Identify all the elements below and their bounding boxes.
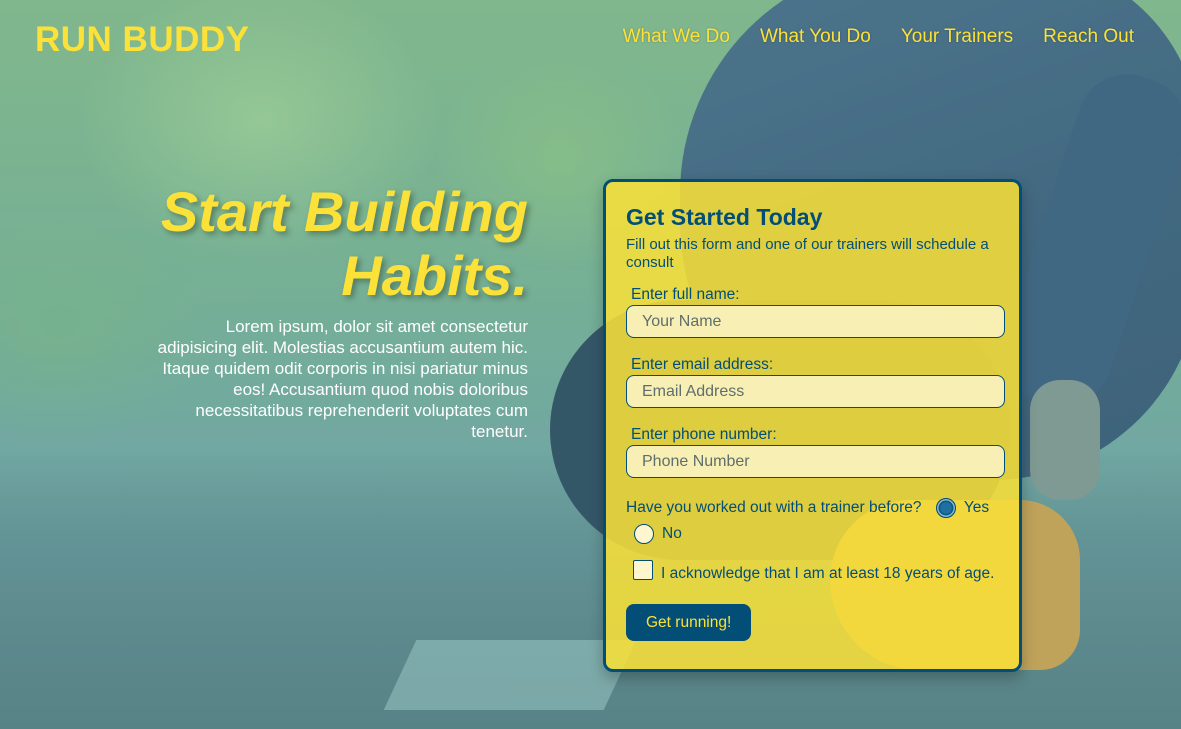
nav-link-your-trainers[interactable]: Your Trainers: [901, 26, 1013, 48]
form-subtitle: Fill out this form and one of our traine…: [626, 236, 989, 271]
brand-logo[interactable]: RUN BUDDY: [35, 20, 250, 60]
hero-description: Lorem ipsum, dolor sit amet consectetur …: [157, 317, 528, 441]
phone-field-group: Enter phone number:: [626, 426, 1005, 478]
hero-intro: Start Building Habits. Lorem ipsum, dolo…: [150, 180, 528, 442]
signup-form: Get Started Today Fill out this form and…: [603, 179, 1022, 672]
hero-title: Start Building Habits.: [160, 180, 528, 307]
age-acknowledgement: I acknowledge that I am at least 18 year…: [626, 560, 999, 586]
email-input[interactable]: [626, 375, 1005, 408]
age-checkbox-label: I acknowledge that I am at least 18 year…: [661, 565, 995, 583]
submit-button[interactable]: Get running!: [626, 604, 752, 642]
nav-link-what-you-do[interactable]: What You Do: [760, 26, 871, 48]
nav-link-reach-out[interactable]: Reach Out: [1043, 26, 1134, 48]
name-label: Enter full name:: [631, 286, 740, 303]
trainer-question-group: Have you worked out with a trainer befor…: [626, 496, 999, 546]
form-title: Get Started Today: [626, 204, 823, 230]
email-field-group: Enter email address:: [626, 356, 1005, 408]
radio-yes[interactable]: [935, 498, 956, 518]
site-header: RUN BUDDY What We Do What You Do Your Tr…: [0, 0, 1181, 80]
phone-label: Enter phone number:: [631, 426, 777, 443]
name-field-group: Enter full name:: [626, 286, 1005, 338]
radio-no[interactable]: [634, 524, 654, 545]
radio-no-label: No: [662, 525, 682, 543]
radio-option-yes[interactable]: Yes: [935, 496, 990, 520]
nav-link-what-we-do[interactable]: What We Do: [623, 26, 730, 48]
phone-input[interactable]: [626, 445, 1005, 478]
email-label: Enter email address:: [631, 356, 774, 373]
radio-option-no[interactable]: No: [634, 522, 682, 546]
name-input[interactable]: [626, 305, 1005, 338]
trainer-question-label: Have you worked out with a trainer befor…: [626, 499, 922, 517]
radio-yes-label: Yes: [963, 499, 990, 516]
main-nav: What We Do What You Do Your Trainers Rea…: [623, 26, 1134, 48]
age-checkbox[interactable]: [633, 560, 653, 581]
